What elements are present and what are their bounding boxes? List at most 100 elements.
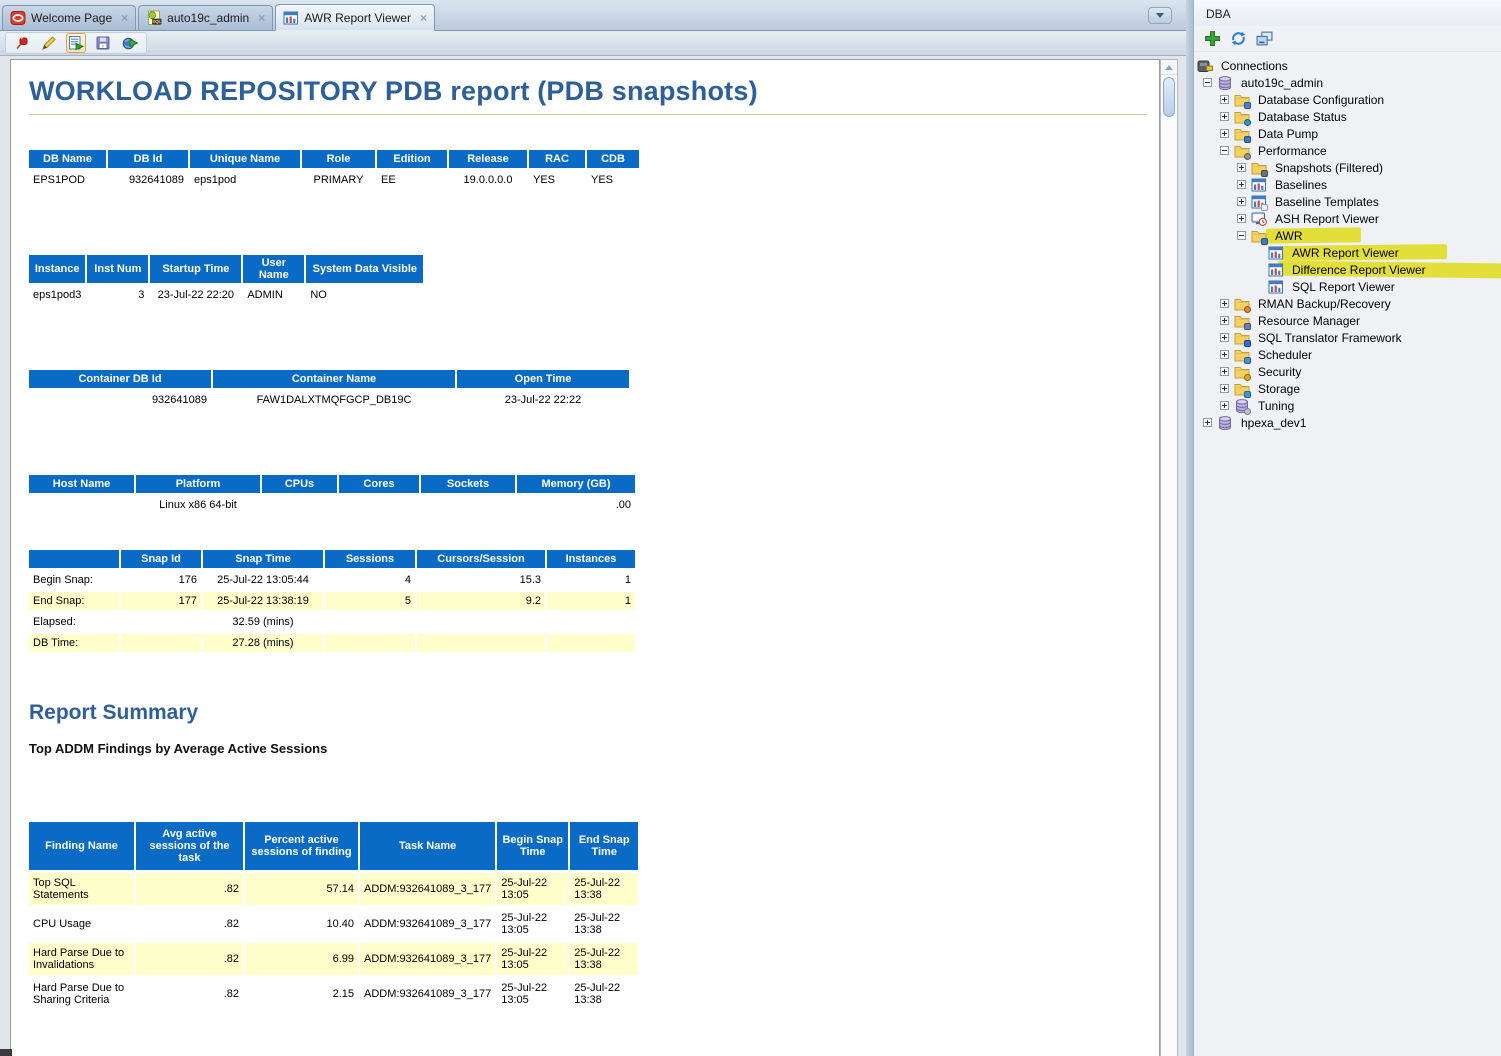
column-header: Percent active sessions of finding (245, 822, 358, 870)
table-cell (339, 496, 419, 514)
table-cell: ADDM:932641089_3_177 (360, 873, 495, 905)
expand-icon[interactable] (1220, 350, 1229, 359)
row-label: End Snap: (29, 592, 119, 610)
table-cell (547, 613, 635, 631)
run-report-button[interactable] (66, 33, 86, 53)
column-header: Inst Num (87, 255, 148, 283)
table-row: Elapsed: 32.59 (mins) (29, 613, 635, 631)
tree-item-storage[interactable]: Storage (1194, 380, 1501, 397)
oracle-icon (10, 10, 26, 26)
scrollbar-thumb[interactable] (1163, 77, 1175, 117)
expand-icon[interactable] (1220, 299, 1229, 308)
tree-item-data-pump[interactable]: Data Pump (1194, 125, 1501, 142)
db-info-table: DB Name DB Id Unique Name Role Edition R… (27, 147, 641, 192)
table-cell (325, 613, 415, 631)
tab-overflow-button[interactable] (1148, 7, 1172, 24)
collapse-icon[interactable] (1203, 78, 1212, 87)
tree-item-database-status[interactable]: Database Status (1194, 108, 1501, 125)
expand-icon[interactable] (1220, 112, 1229, 121)
expand-icon[interactable] (1220, 316, 1229, 325)
row-label: Elapsed: (29, 613, 119, 631)
table-cell: 177 (121, 592, 201, 610)
close-icon[interactable]: × (420, 12, 427, 24)
tree-item-performance[interactable]: Performance (1194, 142, 1501, 159)
tree-item-snapshots-filtered[interactable]: Snapshots (Filtered) (1194, 159, 1501, 176)
report-summary-heading: Report Summary (29, 701, 1147, 725)
tree-item-baselines[interactable]: Baselines (1194, 176, 1501, 193)
table-cell: 176 (121, 571, 201, 589)
expand-icon[interactable] (1237, 180, 1246, 189)
expand-icon[interactable] (1237, 197, 1246, 206)
tree-item-scheduler[interactable]: Scheduler (1194, 346, 1501, 363)
tree-item-baseline-templates[interactable]: Baseline Templates (1194, 193, 1501, 210)
column-header: CPUs (262, 475, 337, 493)
vertical-scrollbar[interactable] (1160, 59, 1178, 1056)
refresh-icon[interactable] (1230, 30, 1247, 47)
table-row: Hard Parse Due to Sharing Criteria .82 2… (29, 978, 638, 1010)
table-cell: YES (529, 171, 585, 189)
panel-splitter[interactable] (1186, 0, 1193, 1056)
expand-icon[interactable] (1220, 367, 1229, 376)
table-cell: 932641089 (29, 391, 211, 409)
column-header: Open Time (457, 370, 629, 388)
edit-button[interactable] (39, 33, 59, 53)
tree-item-database-configuration[interactable]: Database Configuration (1194, 91, 1501, 108)
report-title: WORKLOAD REPOSITORY PDB report (PDB snap… (29, 76, 1147, 115)
tab-welcome-page[interactable]: Welcome Page × (2, 5, 136, 30)
expand-icon[interactable] (1220, 95, 1229, 104)
tree-item-awr[interactable]: AWR (1194, 227, 1501, 244)
close-icon[interactable]: × (121, 12, 128, 24)
table-cell: 23-Jul-22 22:22 (457, 391, 629, 409)
table-cell: Hard Parse Due to Invalidations (29, 943, 134, 975)
tab-awr-report-viewer[interactable]: AWR Report Viewer × (275, 4, 435, 31)
add-icon[interactable] (1204, 30, 1221, 47)
expand-icon[interactable] (1237, 163, 1246, 172)
table-cell: Top SQL Statements (29, 873, 134, 905)
collapse-icon[interactable] (1237, 231, 1246, 240)
tree-item-rman-backup-recovery[interactable]: RMAN Backup/Recovery (1194, 295, 1501, 312)
tree-item-auto19c-admin[interactable]: auto19c_admin (1194, 74, 1501, 91)
pin-button[interactable] (12, 33, 32, 53)
scroll-up-icon[interactable] (1161, 60, 1177, 75)
collapse-windows-icon[interactable] (1256, 30, 1273, 47)
row-label: Begin Snap: (29, 571, 119, 589)
table-row: EPS1POD 932641089 eps1pod PRIMARY EE 19.… (29, 171, 639, 189)
expand-icon[interactable] (1237, 214, 1246, 223)
tree-item-security[interactable]: Security (1194, 363, 1501, 380)
column-header: Avg active sessions of the task (136, 822, 243, 870)
table-row: DB Time: 27.28 (mins) (29, 634, 635, 652)
tree-item-ash-report-viewer[interactable]: ASH Report Viewer (1194, 210, 1501, 227)
table-cell (29, 496, 134, 514)
table-cell: 1 (547, 571, 635, 589)
save-icon (95, 35, 111, 51)
tree-item-sql-translator-framework[interactable]: SQL Translator Framework (1194, 329, 1501, 346)
export-button[interactable] (120, 33, 140, 53)
tree-item-resource-manager[interactable]: Resource Manager (1194, 312, 1501, 329)
tab-auto19c-admin[interactable]: auto19c_admin × (138, 5, 273, 30)
table-cell: ADMIN (243, 286, 304, 304)
table-cell: 10.40 (245, 908, 358, 940)
expand-icon[interactable] (1220, 384, 1229, 393)
tree-item-sql-report-viewer[interactable]: SQL Report Viewer (1194, 278, 1501, 295)
table-cell: 32.59 (mins) (203, 613, 323, 631)
expand-icon[interactable] (1220, 333, 1229, 342)
column-header: Role (302, 150, 375, 168)
expand-icon[interactable] (1220, 129, 1229, 138)
tree-item-connections[interactable]: Connections (1194, 57, 1501, 74)
table-row: CPU Usage .82 10.40 ADDM:932641089_3_177… (29, 908, 638, 940)
expand-icon[interactable] (1220, 401, 1229, 410)
tree-item-difference-report-viewer[interactable]: Difference Report Viewer (1194, 261, 1501, 278)
tree-item-awr-report-viewer[interactable]: AWR Report Viewer (1194, 244, 1501, 261)
expand-icon[interactable] (1203, 418, 1212, 427)
table-cell: Hard Parse Due to Sharing Criteria (29, 978, 134, 1010)
collapse-icon[interactable] (1220, 146, 1229, 155)
tree-item-tuning[interactable]: Tuning (1194, 397, 1501, 414)
close-icon[interactable]: × (258, 12, 265, 24)
column-header: Platform (136, 475, 260, 493)
table-cell (121, 613, 201, 631)
tree-item-hpexa-dev1[interactable]: hpexa_dev1 (1194, 414, 1501, 431)
save-button[interactable] (93, 33, 113, 53)
table-cell: YES (587, 171, 639, 189)
column-header: CDB (587, 150, 639, 168)
report-viewer-icon (1268, 262, 1284, 278)
